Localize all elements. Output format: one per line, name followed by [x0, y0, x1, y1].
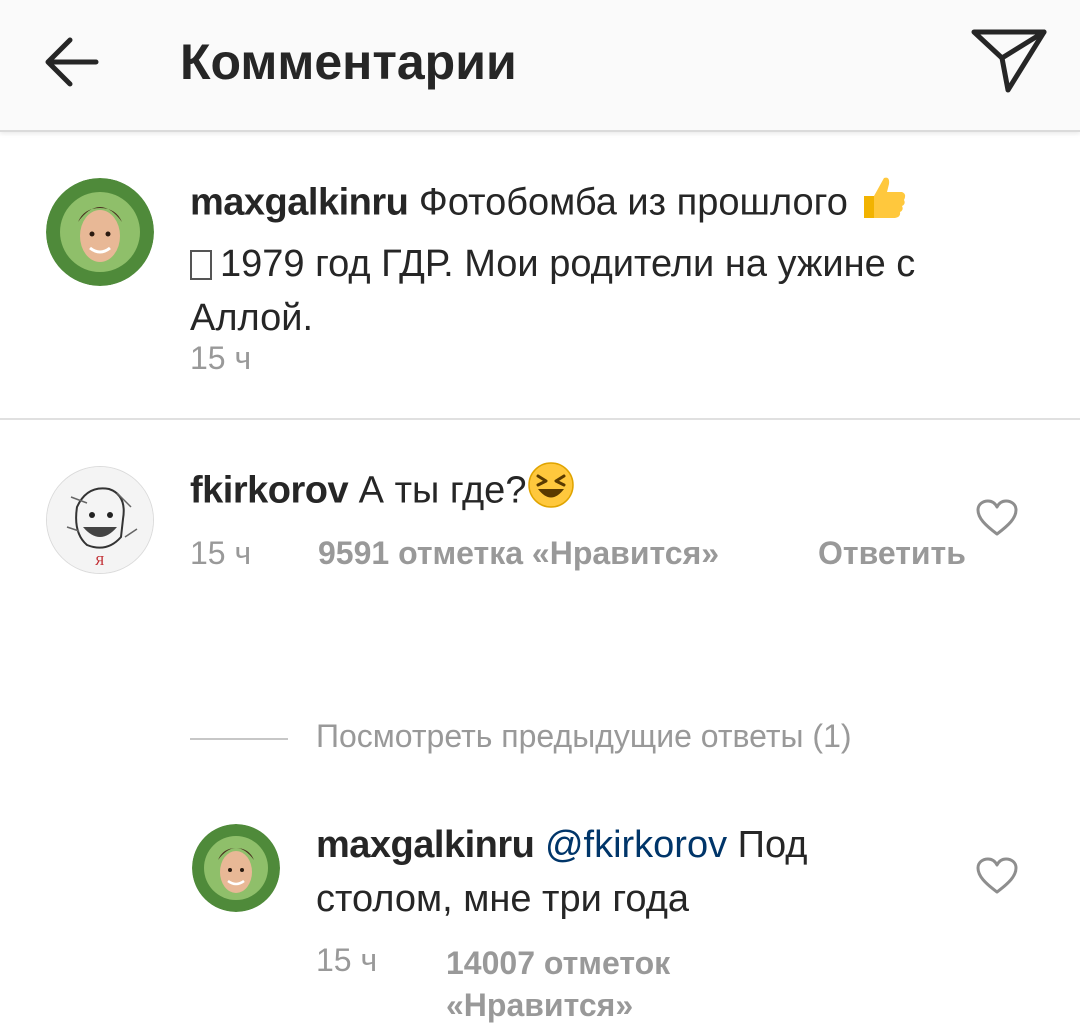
heart-icon[interactable]: [975, 498, 1019, 538]
caption-text-part2: 1979 год ГДР. Мои родители на ужине с Ал…: [190, 243, 916, 339]
reply-likes[interactable]: 14007 отметок «Нравится»: [446, 942, 746, 1026]
divider-line: [190, 738, 288, 740]
back-arrow-icon[interactable]: [40, 30, 104, 94]
comment-time: 15 ч: [190, 535, 252, 571]
page-title: Комментарии: [180, 34, 517, 90]
caption-time: 15 ч: [190, 340, 252, 376]
reply-button[interactable]: Ответить: [818, 532, 966, 574]
comment-username[interactable]: fkirkorov: [190, 470, 349, 512]
divider: [0, 418, 1080, 420]
top-bar: Комментарии: [0, 0, 1080, 132]
reply-time: 15 ч: [316, 942, 378, 978]
comment-text: fkirkorov А ты где?: [190, 460, 950, 525]
avatar[interactable]: Я: [46, 466, 154, 574]
avatar[interactable]: [46, 178, 154, 286]
caption-username[interactable]: maxgalkinru: [190, 182, 409, 224]
comment-likes[interactable]: 9591 отметка «Нравится»: [318, 535, 719, 572]
paper-plane-icon[interactable]: [970, 24, 1050, 96]
missing-glyph-icon: [190, 250, 212, 280]
reply-text: maxgalkinru @fkirkorov Под столом, мне т…: [316, 818, 936, 926]
comment-body: А ты где?: [348, 469, 527, 512]
view-previous-replies-button[interactable]: Посмотреть предыдущие ответы (1): [316, 718, 852, 755]
avatar[interactable]: [192, 824, 280, 912]
reply-username[interactable]: maxgalkinru: [316, 824, 535, 866]
caption-text: maxgalkinru Фотобомба из прошлого 1979 г…: [190, 172, 990, 345]
caption-text-part1: Фотобомба из прошлого: [408, 181, 859, 224]
svg-text:Я: Я: [95, 554, 104, 569]
heart-icon[interactable]: [975, 856, 1019, 896]
thumbs-up-emoji-icon: [858, 172, 908, 237]
mention-link[interactable]: @fkirkorov: [545, 824, 727, 866]
laughing-face-emoji-icon: [526, 460, 576, 525]
